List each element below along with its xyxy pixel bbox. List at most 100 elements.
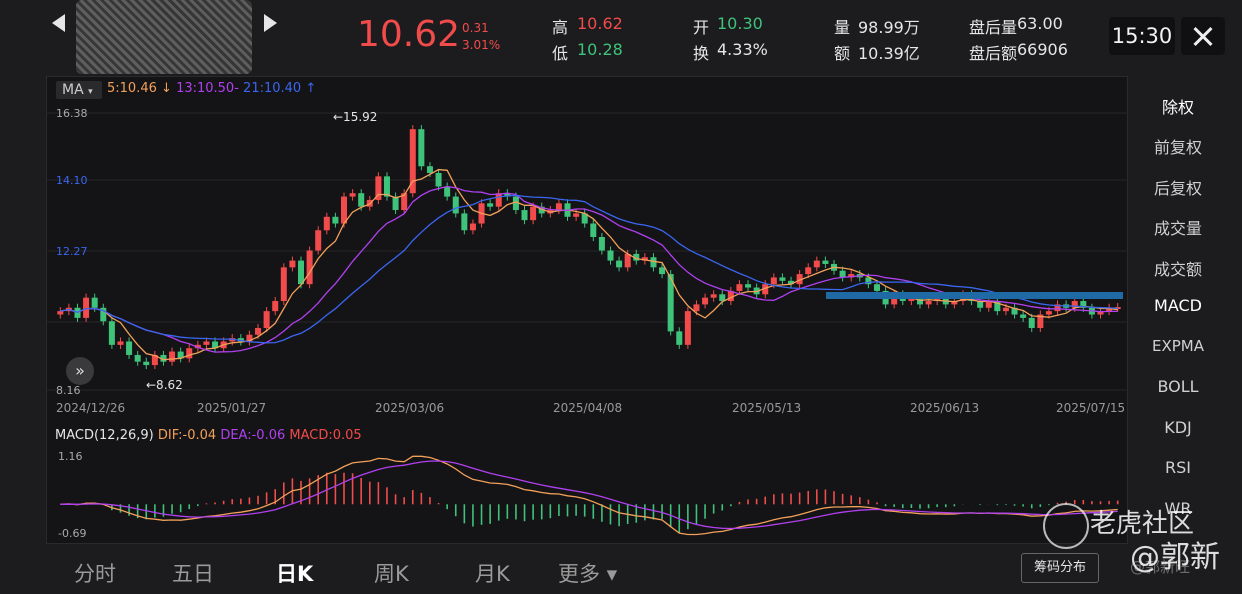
date-axis-label: 2025/06/13 bbox=[910, 401, 979, 415]
candle-body bbox=[495, 193, 502, 207]
sidebar-item-expma[interactable]: EXPMA bbox=[1130, 337, 1226, 355]
date-axis-label: 2025/05/13 bbox=[732, 401, 801, 415]
candle-body bbox=[530, 206, 537, 221]
macd-axis-top: 1.16 bbox=[58, 450, 83, 463]
candle-body bbox=[659, 267, 666, 275]
tab-more[interactable]: 更多 ▾ bbox=[558, 558, 617, 588]
sidebar-item-kdj[interactable]: KDJ bbox=[1130, 418, 1226, 437]
candle-body bbox=[263, 311, 270, 328]
tab-monthly-k[interactable]: 月K bbox=[475, 558, 510, 588]
sidebar-item-backward-adjust[interactable]: 后复权 bbox=[1130, 175, 1226, 199]
sidebar-item-volume[interactable]: 成交量 bbox=[1130, 215, 1226, 239]
candle-body bbox=[1045, 311, 1052, 315]
candle-body bbox=[607, 250, 614, 261]
candle-body bbox=[925, 301, 932, 305]
candle-body bbox=[452, 196, 459, 214]
macd-legend: MACD(12,26,9) DIF:-0.04 DEA:-0.06 MACD:0… bbox=[55, 428, 362, 443]
sidebar-item-rsi[interactable]: RSI bbox=[1130, 458, 1226, 477]
sidebar-item-exright[interactable]: 除权 bbox=[1130, 94, 1226, 118]
candle-body bbox=[624, 253, 631, 268]
tab-weekly-k[interactable]: 周K bbox=[374, 558, 409, 588]
ma21-line bbox=[60, 194, 1118, 344]
candle-body bbox=[770, 277, 777, 285]
candle-body bbox=[297, 260, 305, 285]
sidebar-item-boll[interactable]: BOLL bbox=[1130, 377, 1226, 396]
indicator-sidebar: 除权 前复权 后复权 成交量 成交额 MACD EXPMA BOLL KDJ R… bbox=[1130, 76, 1242, 546]
candle-body bbox=[839, 270, 846, 278]
candle-body bbox=[805, 267, 812, 275]
candle-body bbox=[444, 186, 451, 197]
candle-body bbox=[684, 311, 691, 345]
sidebar-item-amount[interactable]: 成交额 bbox=[1130, 256, 1226, 280]
high-annotation: ←15.92 bbox=[333, 110, 377, 124]
candle-body bbox=[710, 294, 717, 298]
candle-body bbox=[340, 196, 348, 224]
date-axis-label: 2025/01/27 bbox=[197, 401, 266, 415]
price-axis-label: 8.16 bbox=[56, 384, 81, 397]
sidebar-item-forward-adjust[interactable]: 前复权 bbox=[1130, 134, 1226, 158]
date-axis-label: 2024/12/26 bbox=[56, 401, 125, 415]
candle-body bbox=[616, 260, 623, 268]
candle-body bbox=[134, 354, 141, 362]
candle-body bbox=[418, 129, 425, 167]
candle-body bbox=[349, 193, 356, 197]
price-axis-label: 14.10 bbox=[56, 174, 88, 187]
candle-body bbox=[57, 311, 64, 315]
candle-body bbox=[117, 341, 124, 345]
low-annotation: ←8.62 bbox=[146, 378, 183, 392]
candle-body bbox=[392, 196, 399, 211]
tab-five-day[interactable]: 五日 bbox=[172, 558, 214, 588]
sidebar-item-macd[interactable]: MACD bbox=[1130, 296, 1226, 315]
resistance-band bbox=[826, 292, 1123, 299]
candle-body bbox=[255, 327, 262, 335]
candle-body bbox=[521, 210, 528, 221]
candle-body bbox=[555, 203, 562, 211]
tab-intraday[interactable]: 分时 bbox=[74, 558, 116, 588]
watermark-handle-shadow: @郭新旺 bbox=[1130, 558, 1191, 576]
candle-body bbox=[573, 213, 580, 217]
chip-distribution-button[interactable]: 筹码分布 bbox=[1021, 553, 1099, 583]
dif-line bbox=[60, 455, 1118, 536]
candle-body bbox=[203, 341, 210, 345]
candle-body bbox=[590, 223, 597, 238]
candle-body bbox=[693, 304, 700, 312]
candle-body bbox=[487, 203, 494, 207]
date-axis-label: 2025/07/15 bbox=[1056, 401, 1125, 415]
candle-body bbox=[822, 260, 829, 264]
ma5-line bbox=[60, 168, 1118, 361]
period-tabs: 分时 五日 日K 周K 月K 更多 ▾ bbox=[46, 546, 1128, 594]
date-axis-label: 2025/04/08 bbox=[553, 401, 622, 415]
candle-body bbox=[108, 321, 115, 345]
date-axis-label: 2025/03/06 bbox=[375, 401, 444, 415]
tiger-logo-icon bbox=[1043, 503, 1089, 549]
candle-body bbox=[280, 267, 287, 302]
candle-body bbox=[1020, 314, 1027, 318]
candle-body bbox=[676, 331, 683, 345]
macd-axis-bottom: -0.69 bbox=[58, 527, 86, 540]
candle-body bbox=[306, 250, 313, 285]
candle-body bbox=[169, 351, 176, 362]
candle-body bbox=[461, 213, 468, 231]
candle-body bbox=[186, 348, 193, 359]
tab-daily-k[interactable]: 日K bbox=[276, 558, 313, 588]
candle-body bbox=[315, 230, 322, 251]
candle-body bbox=[745, 284, 752, 288]
candle-body bbox=[332, 216, 339, 224]
candle-body bbox=[272, 301, 279, 312]
candle-body bbox=[323, 216, 330, 231]
candle-body bbox=[143, 361, 150, 366]
candle-body bbox=[873, 284, 881, 291]
candle-body bbox=[736, 284, 743, 291]
candle-body bbox=[426, 166, 433, 173]
expand-icon[interactable]: » bbox=[66, 357, 94, 385]
candle-body bbox=[83, 297, 90, 318]
candle-body bbox=[435, 172, 442, 187]
candle-body bbox=[779, 277, 786, 281]
dea-line bbox=[60, 460, 1118, 530]
candle-body bbox=[813, 260, 820, 268]
price-axis-label: 12.27 bbox=[56, 245, 88, 258]
candle-body bbox=[383, 176, 390, 197]
candle-body bbox=[650, 257, 657, 268]
candle-body bbox=[1028, 317, 1035, 328]
price-axis-label: 16.38 bbox=[56, 107, 88, 120]
